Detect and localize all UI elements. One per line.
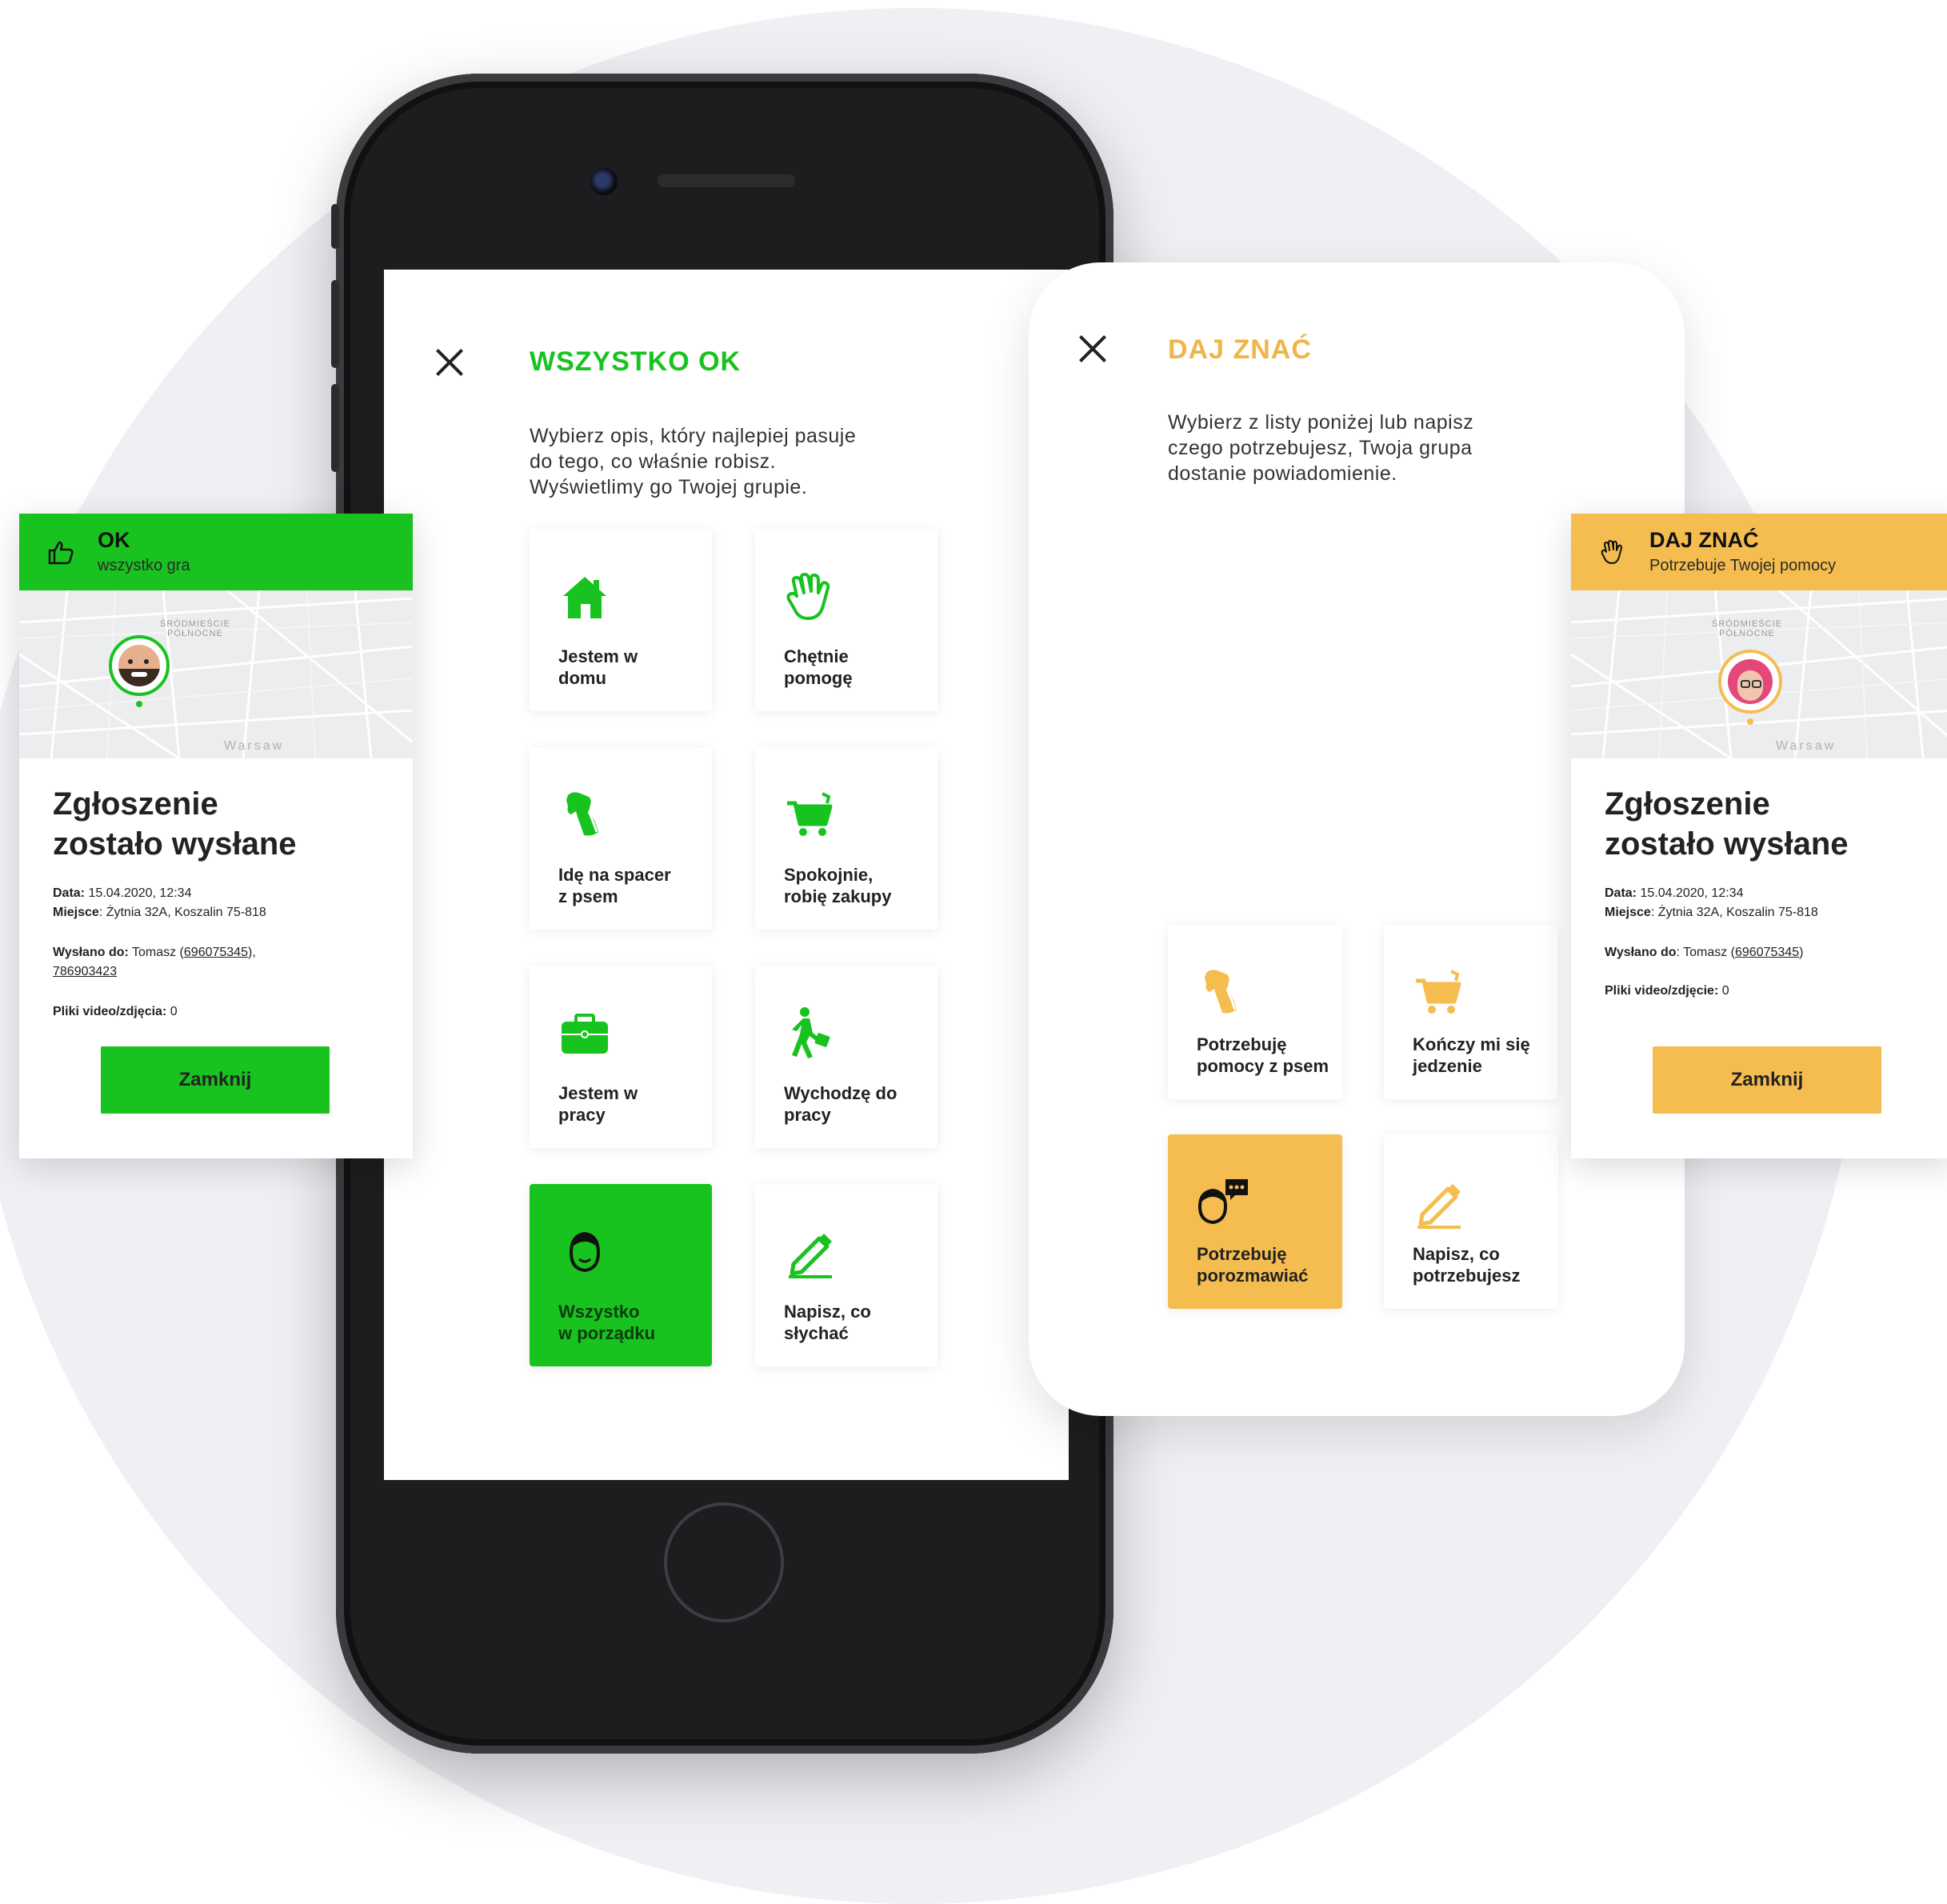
thumbs-up-icon: [48, 541, 74, 565]
tile-label: Kończy mi się jedzenie: [1413, 1034, 1530, 1076]
option-write-need[interactable]: Napisz, co potrzebujesz: [1384, 1134, 1558, 1309]
close-button[interactable]: Zamknij: [1653, 1046, 1881, 1114]
option-running-out-of-food[interactable]: Kończy mi się jedzenie: [1384, 925, 1558, 1099]
page-title: DAJ ZNAĆ: [1168, 334, 1312, 365]
mute-switch: [331, 204, 339, 249]
pencil-icon: [789, 1234, 832, 1278]
option-going-to-work[interactable]: Wychodzę do pracy: [755, 966, 938, 1148]
shopping-cart-icon: [787, 792, 833, 836]
description-line: Wybierz opis, który najlepiej pasuje: [530, 425, 857, 447]
tile-label: Napisz, co słychać: [784, 1302, 871, 1343]
avatar-face: [118, 645, 160, 686]
location-dot: [136, 701, 142, 707]
card-subtitle: Potrzebuje Twojej pomocy: [1649, 557, 1837, 574]
tile-label: Idę na spacer z psem: [558, 865, 671, 906]
tile-label: Jestem w pracy: [558, 1083, 638, 1125]
card-header: DAJ ZNAĆ Potrzebuje Twojej pomocy: [1571, 514, 1947, 590]
ok-confirmation-card: OK wszystko gra ŚRÓDMIEŚCIE PÓŁNOCNE Wars…: [19, 514, 413, 1158]
page-description: Wybierz opis, który najlepiej pasuje do …: [530, 423, 856, 500]
date-row: Data: 15.04.2020, 12:34: [53, 886, 192, 900]
close-button[interactable]: Zamknij: [101, 1046, 330, 1114]
close-icon[interactable]: [434, 346, 466, 378]
description-line: do tego, co właśnie robisz.: [530, 450, 777, 473]
tile-label: Napisz, co potrzebujesz: [1413, 1244, 1521, 1286]
map-district-label: ŚRÓDMIEŚCIE PÓŁNOCNE: [1712, 619, 1783, 638]
person-speech-icon: [1197, 1179, 1248, 1225]
house-icon: [563, 577, 606, 618]
tile-label: Wychodzę do pracy: [784, 1083, 898, 1125]
files-row: Pliki video/zdjęcie: 0: [1605, 984, 1729, 998]
option-happy-to-help[interactable]: Chętnie pomogę: [755, 529, 938, 711]
map-district-label: ŚRÓDMIEŚCIE PÓŁNOCNE: [160, 619, 231, 638]
date-row: Data: 15.04.2020, 12:34: [1605, 886, 1744, 900]
status-ok-screen: WSZYSTKO OK Wybierz opis, który najlepie…: [384, 270, 1069, 1480]
description-line: Wyświetlimy go Twojej grupie.: [530, 476, 808, 498]
close-icon[interactable]: [1077, 333, 1109, 365]
confirmation-heading: Zgłoszenie zostało wysłane: [1605, 786, 1849, 862]
volume-up-button: [331, 280, 339, 368]
map-city-label: Warsaw: [224, 739, 285, 753]
description-line: Wybierz z listy poniżej lub napisz: [1168, 411, 1474, 434]
option-at-home[interactable]: Jestem w domu: [530, 529, 712, 711]
sent-to-row-2: 786903423: [53, 965, 117, 979]
avatar: [1718, 650, 1782, 714]
phone-link[interactable]: 696075345: [1735, 946, 1799, 959]
volume-down-button: [331, 384, 339, 472]
avatar: [109, 635, 170, 696]
sent-to-row: Wysłano do: Tomasz (696075345),: [53, 946, 256, 959]
description-line: dostanie powiadomienie.: [1168, 462, 1397, 485]
tile-label: Spokojnie, robię zakupy: [784, 865, 892, 906]
map-view: ŚRÓDMIEŚCIE PÓŁNOCNE Warsaw: [19, 590, 413, 758]
speaker-grille: [658, 174, 795, 187]
dog-icon: [566, 792, 598, 836]
tile-label: Wszystko w porządku: [558, 1302, 656, 1343]
card-title: DAJ ZNAĆ: [1649, 528, 1759, 552]
waving-hand-icon: [786, 573, 830, 620]
option-write-message[interactable]: Napisz, co słychać: [755, 1184, 938, 1366]
shopping-cart-icon: [1416, 970, 1461, 1014]
phone-link[interactable]: 786903423: [53, 965, 117, 978]
option-all-fine[interactable]: Wszystko w porządku: [530, 1184, 712, 1366]
person-head-icon: [569, 1231, 601, 1273]
place-row: Miejsce: Żytnia 32A, Koszalin 75-818: [53, 906, 266, 919]
option-at-work[interactable]: Jestem w pracy: [530, 966, 712, 1148]
location-dot: [1747, 718, 1753, 725]
description-line: czego potrzebujesz, Twoja grupa: [1168, 437, 1473, 459]
card-title: OK: [98, 528, 130, 552]
tile-label: Potrzebuję porozmawiać: [1197, 1244, 1309, 1286]
files-row: Pliki video/zdjęcia: 0: [53, 1005, 178, 1018]
place-row: Miejsce: Żytnia 32A, Koszalin 75-818: [1605, 906, 1818, 919]
page-description: Wybierz z listy poniżej lub napisz czego…: [1168, 410, 1473, 486]
option-need-dog-help[interactable]: Potrzebuję pomocy z psem: [1168, 925, 1342, 1099]
option-shopping[interactable]: Spokojnie, robię zakupy: [755, 747, 938, 930]
dog-icon: [1205, 970, 1237, 1014]
sent-to-row: Wysłano do: Tomasz (696075345): [1605, 946, 1804, 959]
card-header: OK wszystko gra: [19, 514, 413, 590]
home-button[interactable]: [664, 1502, 784, 1622]
help-request-card: DAJ ZNAĆ Potrzebuje Twojej pomocy ŚRÓDMI…: [1571, 514, 1947, 1158]
pencil-icon: [1417, 1184, 1461, 1229]
tile-label: Jestem w domu: [558, 646, 638, 688]
tile-label: Chętnie pomogę: [784, 646, 853, 688]
confirmation-heading: Zgłoszenie zostało wysłane: [53, 786, 297, 862]
map-city-label: Warsaw: [1776, 739, 1837, 753]
map-view: ŚRÓDMIEŚCIE PÓŁNOCNE Warsaw: [1571, 590, 1947, 758]
briefcase-icon: [562, 1014, 608, 1054]
phone-link[interactable]: 696075345: [184, 946, 248, 959]
map-streets: [19, 590, 413, 758]
option-need-to-talk[interactable]: Potrzebuję porozmawiać: [1168, 1134, 1342, 1309]
page-title: WSZYSTKO OK: [530, 346, 742, 377]
option-dog-walk[interactable]: Idę na spacer z psem: [530, 747, 712, 930]
waving-hand-icon: [1601, 540, 1622, 564]
camera-icon: [590, 168, 618, 195]
tile-label: Potrzebuję pomocy z psem: [1197, 1034, 1329, 1076]
avatar-face: [1728, 659, 1773, 704]
walking-person-icon: [792, 1007, 830, 1058]
card-subtitle: wszystko gra: [98, 557, 190, 574]
